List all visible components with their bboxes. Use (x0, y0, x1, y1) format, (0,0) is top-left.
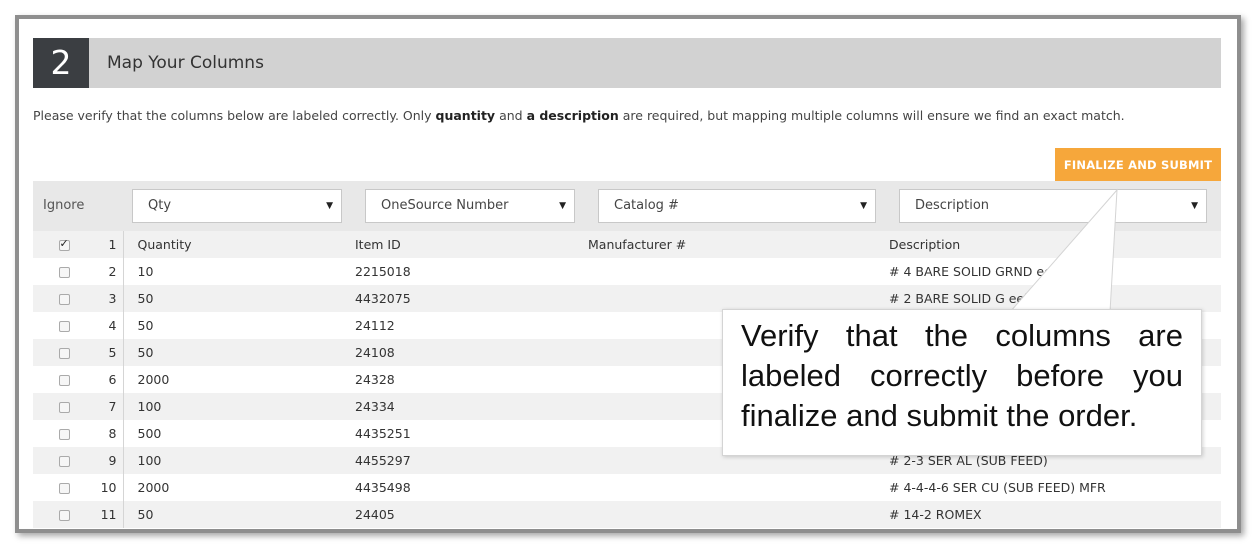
row-number: 1 (95, 231, 124, 258)
step-title: Map Your Columns (107, 53, 264, 73)
callout-tooltip: Verify that the columns are labeled corr… (722, 309, 1202, 456)
instructions-bold-quantity: quantity (435, 108, 496, 123)
ignore-row-checkbox[interactable] (58, 375, 70, 386)
ignore-row-checkbox[interactable] (58, 456, 70, 467)
cell-col2: 24405 (355, 507, 395, 522)
row-checkbox-cell (33, 447, 95, 474)
column-select-value: OneSource Number (381, 198, 509, 213)
row-checkbox-cell (33, 393, 95, 420)
cell-col2: 2215018 (355, 264, 411, 279)
cell-col3 (588, 285, 889, 312)
table-row: 2 10 2215018 # 4 BARE SOLID GRND eel) (33, 258, 1221, 285)
row-checkbox-cell (33, 258, 95, 285)
instructions-part3: are required, but mapping multiple colum… (618, 108, 1125, 123)
cell-col2: 4455297 (355, 453, 411, 468)
cell-col1: 2000 (137, 480, 170, 495)
cell-col1: 50 (137, 291, 154, 306)
row-number: 5 (95, 339, 124, 366)
row-number: 11 (95, 501, 124, 528)
instructions-text: Please verify that the columns below are… (33, 108, 1125, 123)
row-checkbox-cell (33, 366, 95, 393)
cell-col3: Manufacturer # (588, 237, 687, 252)
cell-col1: Quantity (137, 237, 192, 252)
column-select-onesource-number[interactable]: OneSource Number ▼ (365, 189, 575, 223)
cell-col1: 100 (137, 399, 162, 414)
cell-col4: # 14-2 ROMEX (889, 507, 982, 522)
cell-col1: 50 (137, 318, 154, 333)
ignore-row-checkbox[interactable] (58, 510, 70, 521)
instructions-part1: Please verify that the columns below are… (33, 108, 436, 123)
column-select-value: Qty (148, 198, 172, 213)
row-number: 4 (95, 312, 124, 339)
column-select-catalog[interactable]: Catalog # ▼ (598, 189, 876, 223)
cell-col2: 24108 (355, 345, 395, 360)
finalize-and-submit-button[interactable]: FINALIZE AND SUBMIT (1055, 148, 1221, 181)
step-header: 2 Map Your Columns (33, 38, 1221, 88)
table-row: 3 50 4432075 # 2 BARE SOLID G eel) (33, 285, 1221, 312)
cell-col2: Item ID (355, 237, 401, 252)
column-select-description[interactable]: Description ▼ (899, 189, 1207, 223)
cell-col2: 4432075 (355, 291, 411, 306)
cell-col1: 2000 (137, 372, 170, 387)
row-number: 2 (95, 258, 124, 285)
ignore-row-checkbox[interactable] (58, 267, 70, 278)
row-checkbox-cell (33, 474, 95, 501)
ignore-row-checkbox[interactable] (58, 237, 70, 251)
cell-col4: Description (889, 237, 961, 252)
table-row: 10 2000 4435498 # 4-4-4-6 SER CU (SUB FEED)… (33, 474, 1221, 501)
row-checkbox-cell (33, 312, 95, 339)
cell-col1: 50 (137, 345, 154, 360)
table-row: 1 Quantity Item ID Manufacturer # Descriptio… (33, 231, 1221, 258)
cell-col3 (588, 258, 889, 285)
row-checkbox-cell (33, 420, 95, 447)
ignore-label: Ignore (43, 198, 85, 213)
ignore-row-checkbox[interactable] (58, 321, 70, 332)
cell-col1: 100 (137, 453, 162, 468)
ignore-row-checkbox[interactable] (58, 429, 70, 440)
column-select-value: Description (915, 198, 990, 213)
row-number: 9 (95, 447, 124, 474)
instructions-bold-description: a description (526, 108, 619, 123)
row-number: 8 (95, 420, 124, 447)
chevron-down-icon: ▼ (559, 201, 566, 211)
cell-col2: 4435251 (355, 426, 411, 441)
table-row: 11 50 24405 # 14-2 ROMEX (33, 501, 1221, 528)
cell-col1: 500 (137, 426, 162, 441)
ignore-row-checkbox[interactable] (58, 483, 70, 494)
instructions-part2: and (495, 108, 527, 123)
cell-col2: 24112 (355, 318, 395, 333)
ignore-row-checkbox[interactable] (58, 294, 70, 305)
row-number: 6 (95, 366, 124, 393)
ignore-row-checkbox[interactable] (58, 402, 70, 413)
row-number: 10 (95, 474, 124, 501)
column-select-value: Catalog # (614, 198, 679, 213)
row-checkbox-cell (33, 231, 95, 258)
chevron-down-icon: ▼ (860, 201, 867, 211)
cell-col3 (588, 501, 889, 528)
row-checkbox-cell (33, 285, 95, 312)
row-number: 3 (95, 285, 124, 312)
ignore-row-checkbox[interactable] (58, 348, 70, 359)
cell-col4: # 4 BARE SOLID GRND eel) (889, 264, 1061, 279)
row-checkbox-cell (33, 339, 95, 366)
cell-col2: 24328 (355, 372, 395, 387)
column-select-qty[interactable]: Qty ▼ (132, 189, 342, 223)
cell-col2: 24334 (355, 399, 395, 414)
column-mapping-row: Ignore Qty ▼ OneSource Number ▼ Catalog … (33, 181, 1221, 231)
cell-col4: # 4-4-4-6 SER CU (SUB FEED) MFR (889, 480, 1106, 495)
row-checkbox-cell (33, 501, 95, 528)
cell-col2: 4435498 (355, 480, 411, 495)
cell-col1: 50 (137, 507, 154, 522)
cell-col3 (588, 474, 889, 501)
cell-col1: 10 (137, 264, 154, 279)
row-number: 7 (95, 393, 124, 420)
chevron-down-icon: ▼ (326, 201, 333, 211)
step-number-badge: 2 (33, 38, 89, 88)
cell-col4: # 2 BARE SOLID G eel) (889, 291, 1033, 306)
chevron-down-icon: ▼ (1191, 201, 1198, 211)
